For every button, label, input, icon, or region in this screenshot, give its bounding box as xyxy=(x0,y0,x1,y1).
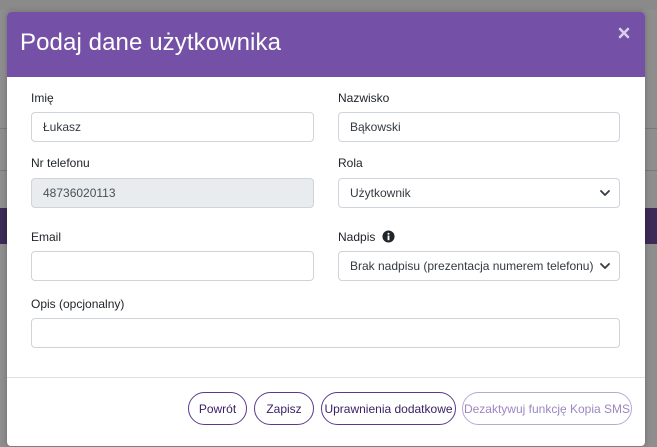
last-name-field[interactable]: Bąkowski xyxy=(338,112,620,142)
last-name-label: Nazwisko xyxy=(338,91,390,105)
role-label: Rola xyxy=(338,156,363,170)
save-button[interactable]: Zapisz xyxy=(254,392,314,425)
info-icon[interactable] xyxy=(382,230,395,243)
phone-label: Nr telefonu xyxy=(31,156,90,170)
modal-header: Podaj dane użytkownika xyxy=(7,12,645,77)
deactivate-sms-copy-button[interactable]: Dezaktywuj funkcję Kopia SMS xyxy=(462,392,632,425)
email-label: Email xyxy=(31,230,62,244)
back-button[interactable]: Powrót xyxy=(188,392,247,425)
email-field[interactable] xyxy=(31,251,314,281)
description-field[interactable] xyxy=(31,318,620,348)
modal-body: Imię Łukasz Nazwisko Bąkowski Nr telefon… xyxy=(7,77,645,377)
caption-select[interactable]: Brak nadpisu (prezentacja numerem telefo… xyxy=(338,251,620,281)
caption-label-wrap: Nadpis xyxy=(338,230,395,244)
chevron-down-icon xyxy=(600,190,610,196)
modal-title: Podaj dane użytkownika xyxy=(20,29,282,56)
modal-footer: Powrót Zapisz Uprawnienia dodatkowe Deza… xyxy=(7,377,645,446)
chevron-down-icon xyxy=(600,263,610,269)
caption-select-value: Brak nadpisu (prezentacja numerem telefo… xyxy=(350,259,594,273)
background-topbar xyxy=(0,0,657,10)
description-label: Opis (opcjonalny) xyxy=(31,297,125,311)
first-name-label: Imię xyxy=(31,91,54,105)
close-icon[interactable] xyxy=(617,26,633,42)
phone-field: 48736020113 xyxy=(31,178,314,208)
user-data-modal: Podaj dane użytkownika Imię Łukasz Nazwi… xyxy=(7,12,645,446)
first-name-field[interactable]: Łukasz xyxy=(31,112,314,142)
caption-label: Nadpis xyxy=(338,230,376,244)
role-select[interactable]: Użytkownik xyxy=(338,178,620,208)
role-select-value: Użytkownik xyxy=(350,186,411,200)
permissions-button[interactable]: Uprawnienia dodatkowe xyxy=(321,392,456,425)
